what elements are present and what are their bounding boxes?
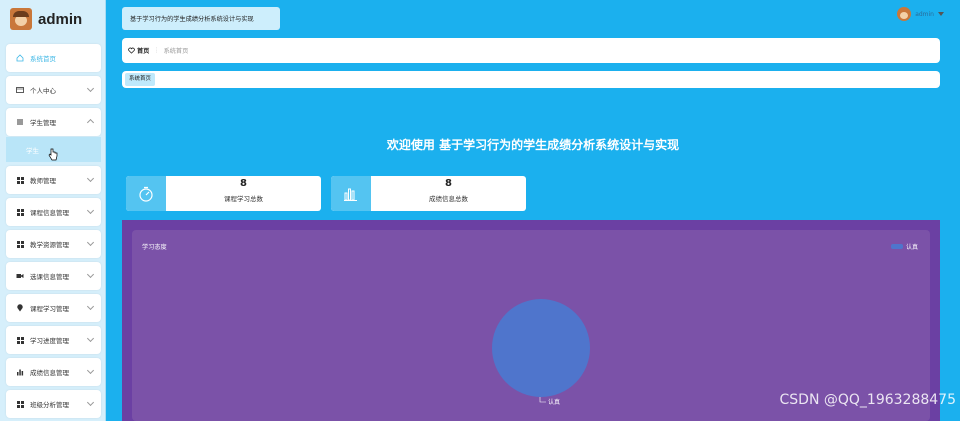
hand-cursor-icon	[48, 148, 58, 161]
chevron-down-icon	[86, 174, 95, 183]
tab-home[interactable]: 系统首页	[125, 73, 156, 86]
sidebar-item-label: 选课信息管理	[30, 273, 69, 281]
brand-title: admin	[38, 10, 83, 28]
chart-panel: 学习态度 认真 认真	[122, 220, 940, 421]
sidebar: admin 系统首页 个人中心 学生管理 学生 教师管理 课程信息管理 教学资源…	[0, 0, 106, 421]
sidebar-item-label: 学生管理	[30, 119, 56, 127]
avatar	[897, 7, 912, 21]
breadcrumb-current: 系统首页	[163, 48, 189, 55]
chevron-down-icon	[86, 398, 95, 407]
sidebar-subitem-label: 学生	[26, 146, 39, 155]
sidebar-item-label: 教师管理	[30, 177, 56, 185]
grid-icon	[16, 176, 24, 184]
stat-label: 课程学习总数	[224, 195, 263, 203]
grid-icon	[16, 240, 24, 248]
sidebar-item-label: 成绩信息管理	[30, 369, 69, 377]
avatar	[10, 8, 32, 30]
sidebar-item-label: 学习进度管理	[30, 337, 69, 345]
stat-value: 8	[445, 178, 452, 189]
pie-label: 认真	[548, 398, 560, 406]
tabs-bar: 系统首页	[122, 71, 940, 88]
brand: admin	[0, 0, 105, 38]
sidebar-item-label: 课程信息管理	[30, 209, 69, 217]
sidebar-item-class-analysis[interactable]: 班级分析管理	[6, 390, 101, 418]
sidebar-item-course-study[interactable]: 课程学习管理	[6, 294, 101, 322]
watermark: CSDN @QQ_1963288475	[779, 392, 956, 408]
sidebar-item-label: 教学资源管理	[30, 241, 69, 249]
user-name: admin	[915, 10, 934, 18]
sidebar-item-resources[interactable]: 教学资源管理	[6, 230, 101, 258]
grid-icon	[16, 208, 24, 216]
chevron-up-icon	[86, 118, 95, 127]
chevron-down-icon	[86, 206, 95, 215]
stat-card-grades: 8 成绩信息总数	[331, 176, 526, 211]
breadcrumb-home-label: 首页	[137, 48, 150, 55]
location-pin-icon	[16, 304, 24, 312]
welcome-heading: 欢迎使用 基于学习行为的学生成绩分析系统设计与实现	[386, 138, 680, 152]
stat-label: 成绩信息总数	[429, 195, 468, 203]
stat-value: 8	[240, 178, 247, 189]
sidebar-item-label: 系统首页	[30, 55, 56, 63]
home-icon	[16, 54, 24, 62]
bar-chart-icon	[331, 176, 371, 211]
video-icon	[16, 272, 24, 280]
sidebar-item-courses[interactable]: 课程信息管理	[6, 198, 101, 226]
chevron-down-icon	[86, 334, 95, 343]
sidebar-item-enrollment[interactable]: 选课信息管理	[6, 262, 101, 290]
breadcrumb-home[interactable]: 首页	[128, 46, 149, 55]
chevron-down-icon	[86, 238, 95, 247]
sidebar-item-teachers[interactable]: 教师管理	[6, 166, 101, 194]
stat-card-course-study: 8 课程学习总数	[126, 176, 321, 211]
timer-icon	[126, 176, 166, 211]
app-title: 基于学习行为的学生成绩分析系统设计与实现	[122, 7, 280, 30]
id-card-icon	[16, 86, 24, 94]
sidebar-item-progress[interactable]: 学习进度管理	[6, 326, 101, 354]
chevron-down-icon	[86, 270, 95, 279]
sidebar-item-students[interactable]: 学生管理	[6, 108, 101, 136]
pie-label-line	[539, 397, 546, 403]
user-menu[interactable]: admin	[897, 7, 944, 21]
chevron-down-icon	[86, 366, 95, 375]
grid-icon	[16, 400, 24, 408]
sidebar-item-home[interactable]: 系统首页	[6, 44, 101, 72]
sidebar-item-label: 班级分析管理	[30, 401, 69, 409]
breadcrumb-separator: ⋮	[153, 47, 160, 54]
chevron-down-icon	[86, 84, 95, 93]
bar-chart-icon	[16, 368, 24, 376]
pie-slice[interactable]	[492, 299, 590, 397]
sidebar-item-label: 个人中心	[30, 87, 56, 95]
chevron-down-icon	[86, 302, 95, 311]
caret-down-icon	[938, 12, 944, 16]
heart-icon	[128, 47, 135, 54]
breadcrumb: 首页 ⋮ 系统首页	[122, 38, 940, 63]
grid-icon	[16, 336, 24, 344]
list-icon	[16, 118, 24, 126]
sidebar-item-profile[interactable]: 个人中心	[6, 76, 101, 104]
sidebar-item-grades[interactable]: 成绩信息管理	[6, 358, 101, 386]
sidebar-item-label: 课程学习管理	[30, 305, 69, 313]
